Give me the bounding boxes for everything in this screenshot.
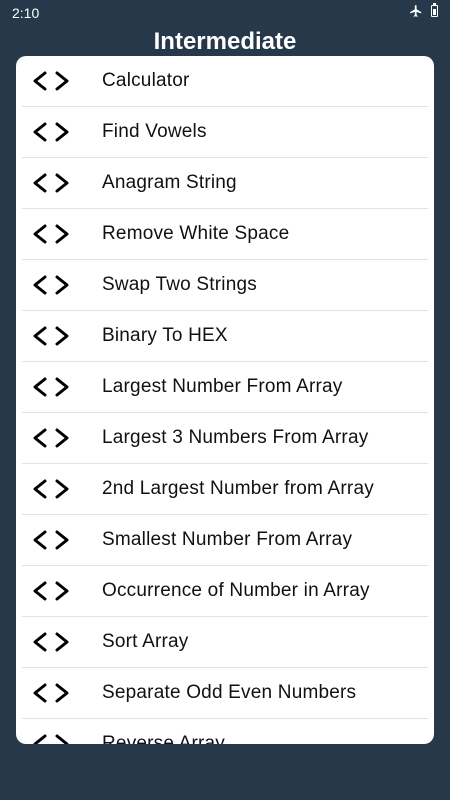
list-item-label: 2nd Largest Number from Array bbox=[102, 478, 374, 499]
code-icon bbox=[33, 479, 69, 499]
list-item-label: Largest 3 Numbers From Array bbox=[102, 427, 369, 448]
list-item-label: Reverse Array bbox=[102, 733, 225, 744]
battery-icon bbox=[431, 3, 438, 17]
list-item-label: Smallest Number From Array bbox=[102, 529, 353, 550]
list-item-label: Anagram String bbox=[102, 172, 237, 193]
status-bar: 2:10 bbox=[0, 0, 450, 26]
list-item-label: Occurrence of Number in Array bbox=[102, 580, 370, 601]
list-item[interactable]: Remove White Space bbox=[22, 209, 428, 260]
list-item-label: Find Vowels bbox=[102, 121, 207, 142]
list-item-label: Swap Two Strings bbox=[102, 274, 257, 295]
code-icon bbox=[33, 224, 69, 244]
list-item-label: Remove White Space bbox=[102, 223, 290, 244]
code-icon bbox=[33, 581, 69, 601]
code-icon bbox=[33, 71, 69, 91]
code-icon bbox=[33, 326, 69, 346]
code-icon bbox=[33, 734, 69, 744]
list-item[interactable]: Largest 3 Numbers From Array bbox=[22, 413, 428, 464]
code-icon bbox=[33, 275, 69, 295]
code-icon bbox=[33, 632, 69, 652]
list-item[interactable]: Swap Two Strings bbox=[22, 260, 428, 311]
code-icon bbox=[33, 173, 69, 193]
list-item-label: Separate Odd Even Numbers bbox=[102, 682, 357, 703]
status-time: 2:10 bbox=[12, 5, 40, 21]
list-item[interactable]: Binary To HEX bbox=[22, 311, 428, 362]
list-item[interactable]: 2nd Largest Number from Array bbox=[22, 464, 428, 515]
list-item[interactable]: Find Vowels bbox=[22, 107, 428, 158]
list-item[interactable]: Anagram String bbox=[22, 158, 428, 209]
list-item-label: Sort Array bbox=[102, 631, 189, 652]
code-icon bbox=[33, 530, 69, 550]
list-item[interactable]: Smallest Number From Array bbox=[22, 515, 428, 566]
list-item[interactable]: Separate Odd Even Numbers bbox=[22, 668, 428, 719]
code-icon bbox=[33, 428, 69, 448]
airplane-icon bbox=[410, 5, 422, 17]
program-list-card: Calculator Find Vowels Anagram String Remov… bbox=[16, 56, 434, 744]
list-item-label: Largest Number From Array bbox=[102, 376, 343, 397]
code-icon bbox=[33, 122, 69, 142]
list-item[interactable]: Reverse Array bbox=[22, 719, 428, 744]
status-icons bbox=[409, 3, 438, 18]
list-item-label: Binary To HEX bbox=[102, 325, 228, 346]
code-icon bbox=[33, 683, 69, 703]
list-item[interactable]: Occurrence of Number in Array bbox=[22, 566, 428, 617]
list-item[interactable]: Largest Number From Array bbox=[22, 362, 428, 413]
list-item-label: Calculator bbox=[102, 70, 190, 91]
program-list[interactable]: Calculator Find Vowels Anagram String Remov… bbox=[16, 56, 434, 744]
code-icon bbox=[33, 377, 69, 397]
page-title: Intermediate bbox=[153, 28, 297, 55]
list-item[interactable]: Calculator bbox=[22, 56, 428, 107]
list-item[interactable]: Sort Array bbox=[22, 617, 428, 668]
